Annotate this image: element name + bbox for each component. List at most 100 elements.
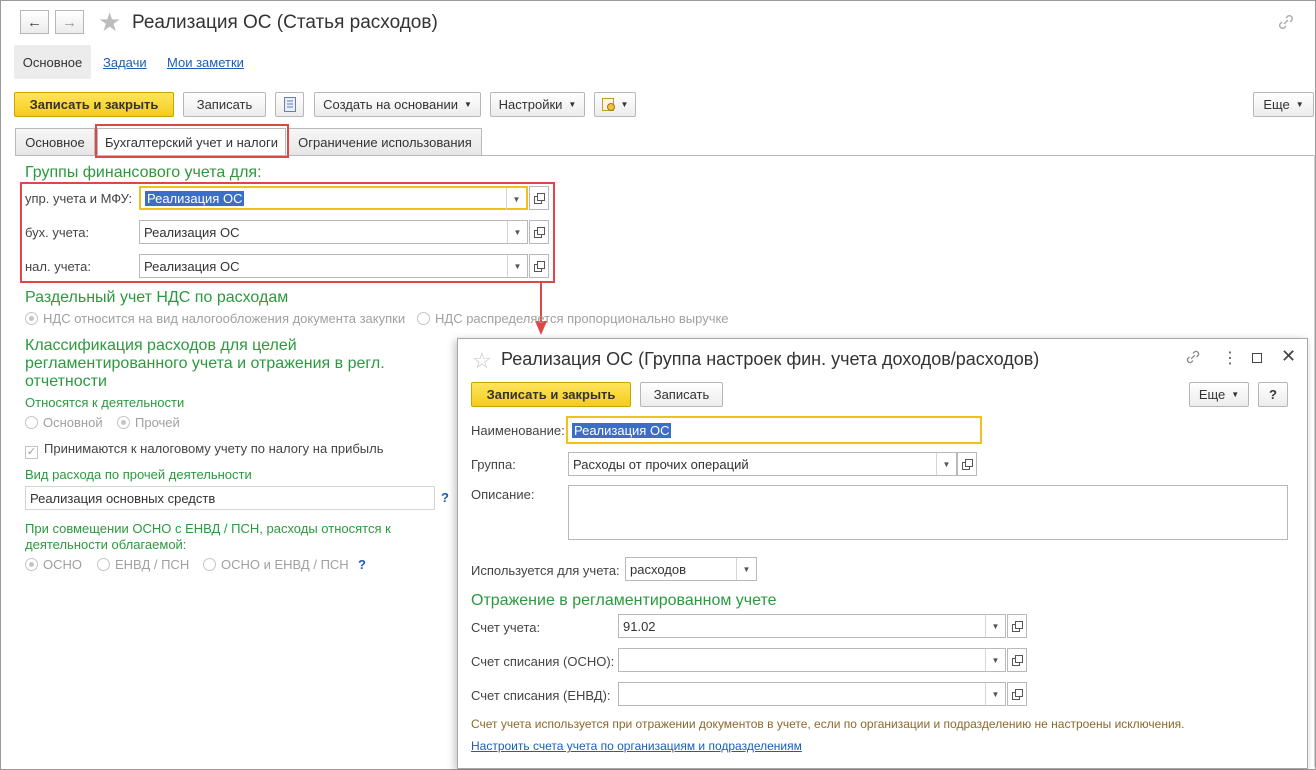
used-for-select[interactable]: расходов ▼ [625, 557, 757, 581]
dropdown-icon[interactable]: ▼ [736, 558, 756, 580]
radio-icon [25, 416, 38, 429]
writeoff-osno-label: Счет списания (ОСНО): [471, 654, 615, 669]
group-field[interactable]: Расходы от прочих операций ▼ [568, 452, 957, 476]
dialog-more-label: Еще [1198, 387, 1226, 402]
combo-both-label: ОСНО и ЕНВД / ПСН [221, 557, 349, 572]
account-note: Счет учета используется при отражении до… [471, 717, 1185, 731]
writeoff-envd-label: Счет списания (ЕНВД): [471, 688, 611, 703]
reports-button[interactable]: ▼ [594, 92, 636, 117]
forward-button[interactable]: → [55, 10, 84, 34]
account-label: Счет учета: [471, 620, 541, 635]
dialog-save-and-close-button[interactable]: Записать и закрыть [471, 382, 631, 407]
report-icon [601, 98, 615, 111]
combo-envd-option[interactable]: ЕНВД / ПСН [97, 557, 189, 572]
combo-envd-label: ЕНВД / ПСН [115, 557, 190, 572]
nav-tab-main[interactable]: Основное [14, 45, 91, 79]
chevron-down-icon: ▼ [568, 100, 577, 109]
highlight-groups-box [20, 182, 555, 283]
nav-tab-main-label: Основное [22, 54, 83, 70]
expense-type-label: Вид расхода по прочей деятельности [25, 467, 252, 482]
description-label: Описание: [471, 487, 535, 502]
more-button[interactable]: Еще ▼ [1253, 92, 1314, 117]
vat-option-2[interactable]: НДС распределяется пропорционально выруч… [417, 311, 729, 326]
combo-label-line1: При совмещении ОСНО с ЕНВД / ПСН, расход… [25, 521, 391, 536]
create-based-on-button[interactable]: Создать на основании ▼ [314, 92, 481, 117]
tab-main[interactable]: Основное [15, 128, 95, 155]
description-textarea[interactable] [568, 485, 1288, 540]
create-based-on-label: Создать на основании [323, 97, 458, 112]
open-icon[interactable] [957, 452, 977, 476]
dialog-save-button[interactable]: Записать [640, 382, 723, 407]
account-field[interactable]: 91.02 ▼ [618, 614, 1006, 638]
arrow-left-icon: ← [27, 13, 42, 31]
help-icon[interactable]: ? [358, 557, 366, 572]
classification-heading-line1: Классификация расходов для целей [25, 337, 297, 354]
tax-profit-checkbox[interactable]: ✓ Принимаются к налоговому учету по налог… [25, 441, 384, 459]
radio-icon [25, 558, 38, 571]
dialog-more-button[interactable]: Еще ▼ [1189, 382, 1249, 407]
help-icon[interactable]: ? [441, 490, 449, 505]
tax-profit-label: Принимаются к налоговому учету по налогу… [44, 441, 384, 456]
document-list-icon [283, 97, 296, 112]
classification-heading-line3: отчетности [25, 373, 107, 390]
nav-tab-notes[interactable]: Мои заметки [167, 55, 244, 70]
combo-label: При совмещении ОСНО с ЕНВД / ПСН, расход… [25, 521, 391, 553]
radio-icon [117, 416, 130, 429]
activity-label: Относятся к деятельности [25, 395, 185, 410]
favorite-star-icon[interactable]: ★ [98, 7, 121, 38]
combo-both-option[interactable]: ОСНО и ЕНВД / ПСН [203, 557, 349, 572]
radio-icon [203, 558, 216, 571]
combo-label-line2: деятельности облагаемой: [25, 537, 187, 552]
link-icon[interactable] [1185, 349, 1201, 368]
save-button[interactable]: Записать [183, 92, 266, 117]
page-title: Реализация ОС (Статья расходов) [132, 12, 438, 33]
dropdown-icon[interactable]: ▼ [985, 649, 1005, 671]
writeoff-envd-field[interactable]: ▼ [618, 682, 1006, 706]
open-icon[interactable] [1007, 648, 1027, 672]
radio-icon [97, 558, 110, 571]
dropdown-icon[interactable]: ▼ [985, 683, 1005, 705]
radio-icon [25, 312, 38, 325]
settings-button[interactable]: Настройки ▼ [490, 92, 585, 117]
favorite-star-icon[interactable]: ☆ [472, 348, 492, 374]
radio-icon [417, 312, 430, 325]
chevron-down-icon: ▼ [1295, 100, 1304, 109]
document-icon-button[interactable] [275, 92, 304, 117]
highlight-tab-box [95, 124, 289, 158]
name-value: Реализация ОС [572, 422, 672, 438]
chevron-down-icon: ▼ [1231, 390, 1240, 399]
group-settings-dialog: ☆ Реализация ОС (Группа настроек фин. уч… [457, 338, 1308, 769]
menu-dots-icon[interactable]: ⋮ [1222, 348, 1238, 368]
group-label: Группа: [471, 457, 516, 472]
configure-accounts-link[interactable]: Настроить счета учета по организациям и … [471, 739, 802, 753]
close-icon[interactable]: ✕ [1281, 346, 1296, 367]
dropdown-icon[interactable]: ▼ [985, 615, 1005, 637]
combo-osno-label: ОСНО [43, 557, 82, 572]
chevron-down-icon: ▼ [463, 100, 472, 109]
tab-main-label: Основное [25, 134, 85, 150]
tab-usage-restriction[interactable]: Ограничение использования [288, 128, 482, 155]
nav-tab-tasks[interactable]: Задачи [103, 55, 147, 70]
link-icon[interactable] [1277, 13, 1295, 34]
combo-osno-option[interactable]: ОСНО [25, 557, 82, 572]
save-and-close-button[interactable]: Записать и закрыть [14, 92, 174, 117]
dialog-help-button[interactable]: ? [1258, 382, 1288, 407]
name-field[interactable]: Реализация ОС [566, 416, 982, 444]
classification-heading-line2: регламентированного учета и отражения в … [25, 355, 385, 372]
used-for-label: Используется для учета: [471, 563, 620, 578]
scroll-edge [1314, 155, 1315, 767]
dropdown-icon[interactable]: ▼ [936, 453, 956, 475]
writeoff-osno-field[interactable]: ▼ [618, 648, 1006, 672]
tab-usage-restriction-label: Ограничение использования [298, 134, 472, 150]
activity-main-option[interactable]: Основной [25, 415, 103, 430]
fin-groups-heading: Группы финансового учета для: [25, 164, 262, 181]
expense-type-field[interactable]: Реализация основных средств [25, 486, 435, 510]
back-button[interactable]: ← [20, 10, 49, 34]
maximize-icon[interactable] [1252, 353, 1262, 363]
reg-accounting-heading: Отражение в регламентированном учете [471, 592, 777, 609]
vat-option-1[interactable]: НДС относится на вид налогообложения док… [25, 311, 405, 326]
open-icon[interactable] [1007, 682, 1027, 706]
open-icon[interactable] [1007, 614, 1027, 638]
activity-other-option[interactable]: Прочей [117, 415, 180, 430]
settings-label: Настройки [498, 97, 563, 112]
